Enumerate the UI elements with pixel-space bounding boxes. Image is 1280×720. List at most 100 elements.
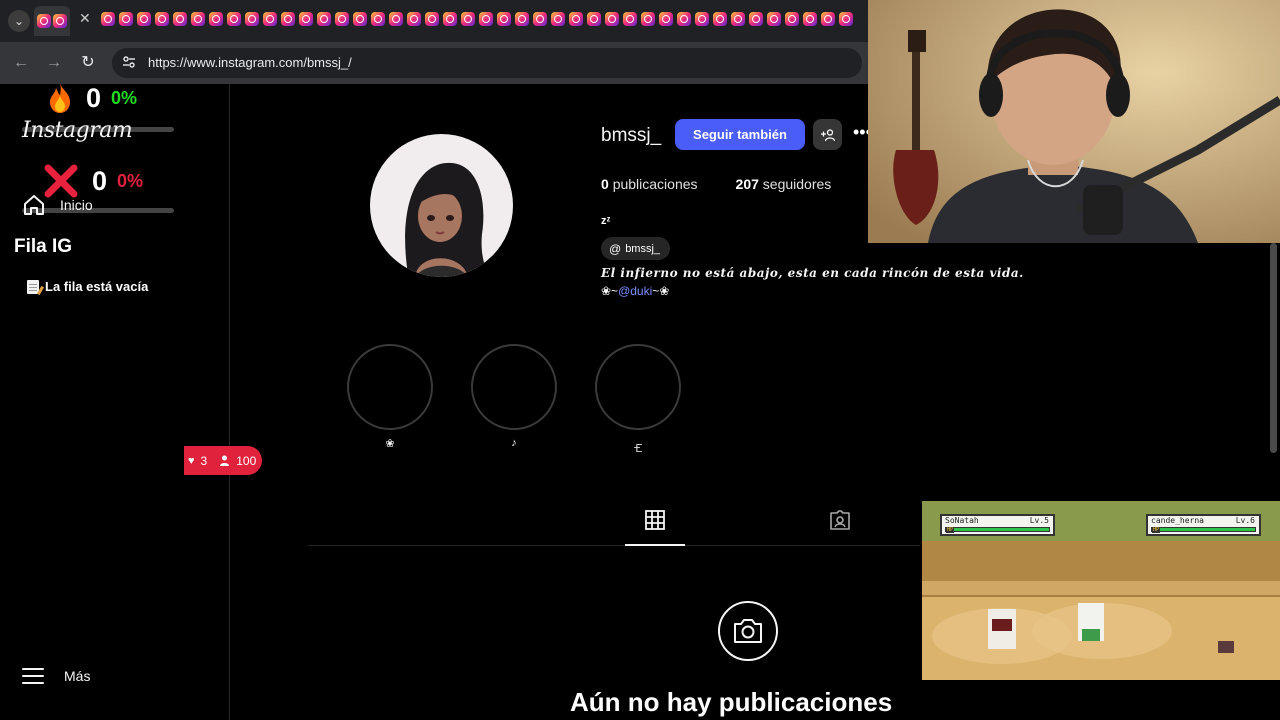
followers-count: 207 bbox=[735, 176, 759, 192]
mention-link[interactable]: @duki bbox=[618, 284, 652, 298]
camera-icon bbox=[718, 601, 778, 661]
suggested-users-button[interactable] bbox=[813, 119, 842, 150]
chevron-down-icon: ⌄ bbox=[13, 14, 25, 28]
instagram-tab-icon[interactable] bbox=[407, 12, 421, 26]
instagram-tab-icon[interactable] bbox=[443, 12, 457, 26]
memo-icon bbox=[27, 279, 39, 294]
tab-tagged[interactable] bbox=[820, 510, 860, 546]
instagram-tab-icon[interactable] bbox=[497, 12, 511, 26]
instagram-tab-icon[interactable] bbox=[767, 12, 781, 26]
instagram-tab-icon[interactable] bbox=[425, 12, 439, 26]
instagram-tab-icon[interactable] bbox=[155, 12, 169, 26]
close-icon[interactable]: ✕ bbox=[79, 10, 91, 27]
posts-stat[interactable]: 0 publicaciones bbox=[601, 176, 698, 192]
queue-title: Fila IG bbox=[14, 236, 73, 257]
fire-icon bbox=[50, 83, 70, 113]
home-icon bbox=[24, 195, 44, 215]
instagram-tab-icon[interactable] bbox=[587, 12, 601, 26]
tab-list bbox=[101, 12, 868, 30]
bio-decoration: ~❀ bbox=[652, 284, 670, 298]
instagram-tab-icon[interactable] bbox=[119, 12, 133, 26]
opponent-hp-box: cande_herna Lv.6 bbox=[1146, 514, 1261, 536]
story-highlight[interactable] bbox=[347, 344, 433, 430]
instagram-tab-icon[interactable] bbox=[803, 12, 817, 26]
forward-arrow-icon[interactable]: → bbox=[43, 52, 65, 74]
instagram-tab-icon[interactable] bbox=[515, 12, 529, 26]
cross-count: 0 bbox=[92, 165, 108, 196]
instagram-logo[interactable]: Instagram bbox=[22, 118, 133, 143]
address-bar[interactable]: https://www.instagram.com/bmssj_/ bbox=[112, 48, 862, 78]
profile-full-name: zᶻ bbox=[601, 215, 611, 227]
sidebar-item-home[interactable]: Inicio bbox=[22, 193, 93, 217]
instagram-tab-icon[interactable] bbox=[173, 12, 187, 26]
person-icon bbox=[220, 455, 230, 466]
threads-link[interactable]: @ bmssj_ bbox=[601, 237, 671, 260]
instagram-tab-icon[interactable] bbox=[731, 12, 745, 26]
instagram-tab-icon[interactable] bbox=[191, 12, 205, 26]
instagram-tab-icon[interactable] bbox=[137, 12, 151, 26]
fire-count: 0 bbox=[86, 82, 102, 113]
instagram-favicon-icon bbox=[37, 14, 51, 28]
story-highlight[interactable] bbox=[471, 344, 557, 430]
opponent-hp-bar bbox=[1151, 527, 1256, 533]
instagram-tab-icon[interactable] bbox=[353, 12, 367, 26]
webcam-overlay bbox=[868, 0, 1280, 243]
profile-avatar[interactable] bbox=[370, 134, 513, 277]
instagram-tab-icon[interactable] bbox=[461, 12, 475, 26]
instagram-tab-icon[interactable] bbox=[209, 12, 223, 26]
live-stats-badge: ♥ 3 100 bbox=[184, 446, 262, 475]
instagram-tab-icon[interactable] bbox=[335, 12, 349, 26]
instagram-favicon-icon bbox=[53, 14, 67, 28]
stream-counter-fire: 0 0% bbox=[46, 82, 137, 114]
instagram-tab-icon[interactable] bbox=[317, 12, 331, 26]
player-level: Lv.5 bbox=[1029, 516, 1049, 525]
instagram-tab-icon[interactable] bbox=[389, 12, 403, 26]
url-text[interactable]: https://www.instagram.com/bmssj_/ bbox=[148, 55, 352, 70]
fire-percent: 0% bbox=[111, 87, 138, 108]
queue-empty-message: La fila está vacía bbox=[27, 279, 148, 294]
reload-icon[interactable]: ↻ bbox=[77, 52, 99, 74]
instagram-tab-icon[interactable] bbox=[569, 12, 583, 26]
instagram-tab-icon[interactable] bbox=[713, 12, 727, 26]
sidebar-item-label: Inicio bbox=[60, 197, 93, 213]
instagram-tab-icon[interactable] bbox=[605, 12, 619, 26]
tagged-icon bbox=[830, 510, 850, 530]
scrollbar[interactable] bbox=[1266, 243, 1280, 501]
instagram-tab-icon[interactable] bbox=[101, 12, 115, 26]
profile-bio-mention-line: ❀~@duki~❀ bbox=[601, 284, 669, 298]
player-name: SoNatah bbox=[945, 516, 979, 525]
instagram-tab-icon[interactable] bbox=[245, 12, 259, 26]
instagram-tab-icon[interactable] bbox=[479, 12, 493, 26]
story-highlight[interactable] bbox=[595, 344, 681, 430]
scrollbar-thumb[interactable] bbox=[1270, 243, 1277, 453]
instagram-tab-icon[interactable] bbox=[785, 12, 799, 26]
threads-icon: @ bbox=[609, 241, 622, 256]
sidebar-item-more[interactable]: Más bbox=[22, 666, 90, 686]
instagram-tab-icon[interactable] bbox=[839, 12, 853, 26]
tab-posts[interactable] bbox=[625, 510, 685, 546]
instagram-tab-icon[interactable] bbox=[281, 12, 295, 26]
instagram-tab-icon[interactable] bbox=[659, 12, 673, 26]
instagram-tab-icon[interactable] bbox=[263, 12, 277, 26]
instagram-tab-icon[interactable] bbox=[677, 12, 691, 26]
instagram-tab-icon[interactable] bbox=[821, 12, 835, 26]
followers-stat[interactable]: 207 seguidores bbox=[736, 176, 832, 192]
instagram-tab-icon[interactable] bbox=[749, 12, 763, 26]
profile-bio: 𝑬𝒍 𝒊𝒏𝒇𝒊𝒆𝒓𝒏𝒐 𝒏𝒐 𝒆𝒔𝒕á 𝒂𝒃𝒂𝒋𝒐, 𝒆𝒔𝒕𝒂 𝒆𝒏 𝒄𝒂𝒅𝒂 … bbox=[601, 266, 1024, 280]
opponent-level: Lv.6 bbox=[1235, 516, 1255, 525]
instagram-tab-icon[interactable] bbox=[641, 12, 655, 26]
instagram-tab-icon[interactable] bbox=[299, 12, 313, 26]
follow-back-button[interactable]: Seguir también bbox=[675, 119, 805, 150]
tab-search-button[interactable]: ⌄ bbox=[8, 10, 30, 32]
instagram-tab-icon[interactable] bbox=[227, 12, 241, 26]
instagram-tab-icon[interactable] bbox=[695, 12, 709, 26]
instagram-tab-icon[interactable] bbox=[371, 12, 385, 26]
instagram-tab-icon[interactable] bbox=[623, 12, 637, 26]
active-tab[interactable] bbox=[34, 6, 70, 36]
browser-toolbar: ← → ↻ https://www.instagram.com/bmssj_/ bbox=[0, 42, 868, 84]
back-arrow-icon[interactable]: ← bbox=[10, 52, 32, 74]
instagram-tab-icon[interactable] bbox=[533, 12, 547, 26]
site-info-icon[interactable] bbox=[122, 55, 136, 72]
instagram-tab-icon[interactable] bbox=[551, 12, 565, 26]
game-overlay: SoNatah Lv.5 cande_herna Lv.6 bbox=[922, 501, 1280, 680]
